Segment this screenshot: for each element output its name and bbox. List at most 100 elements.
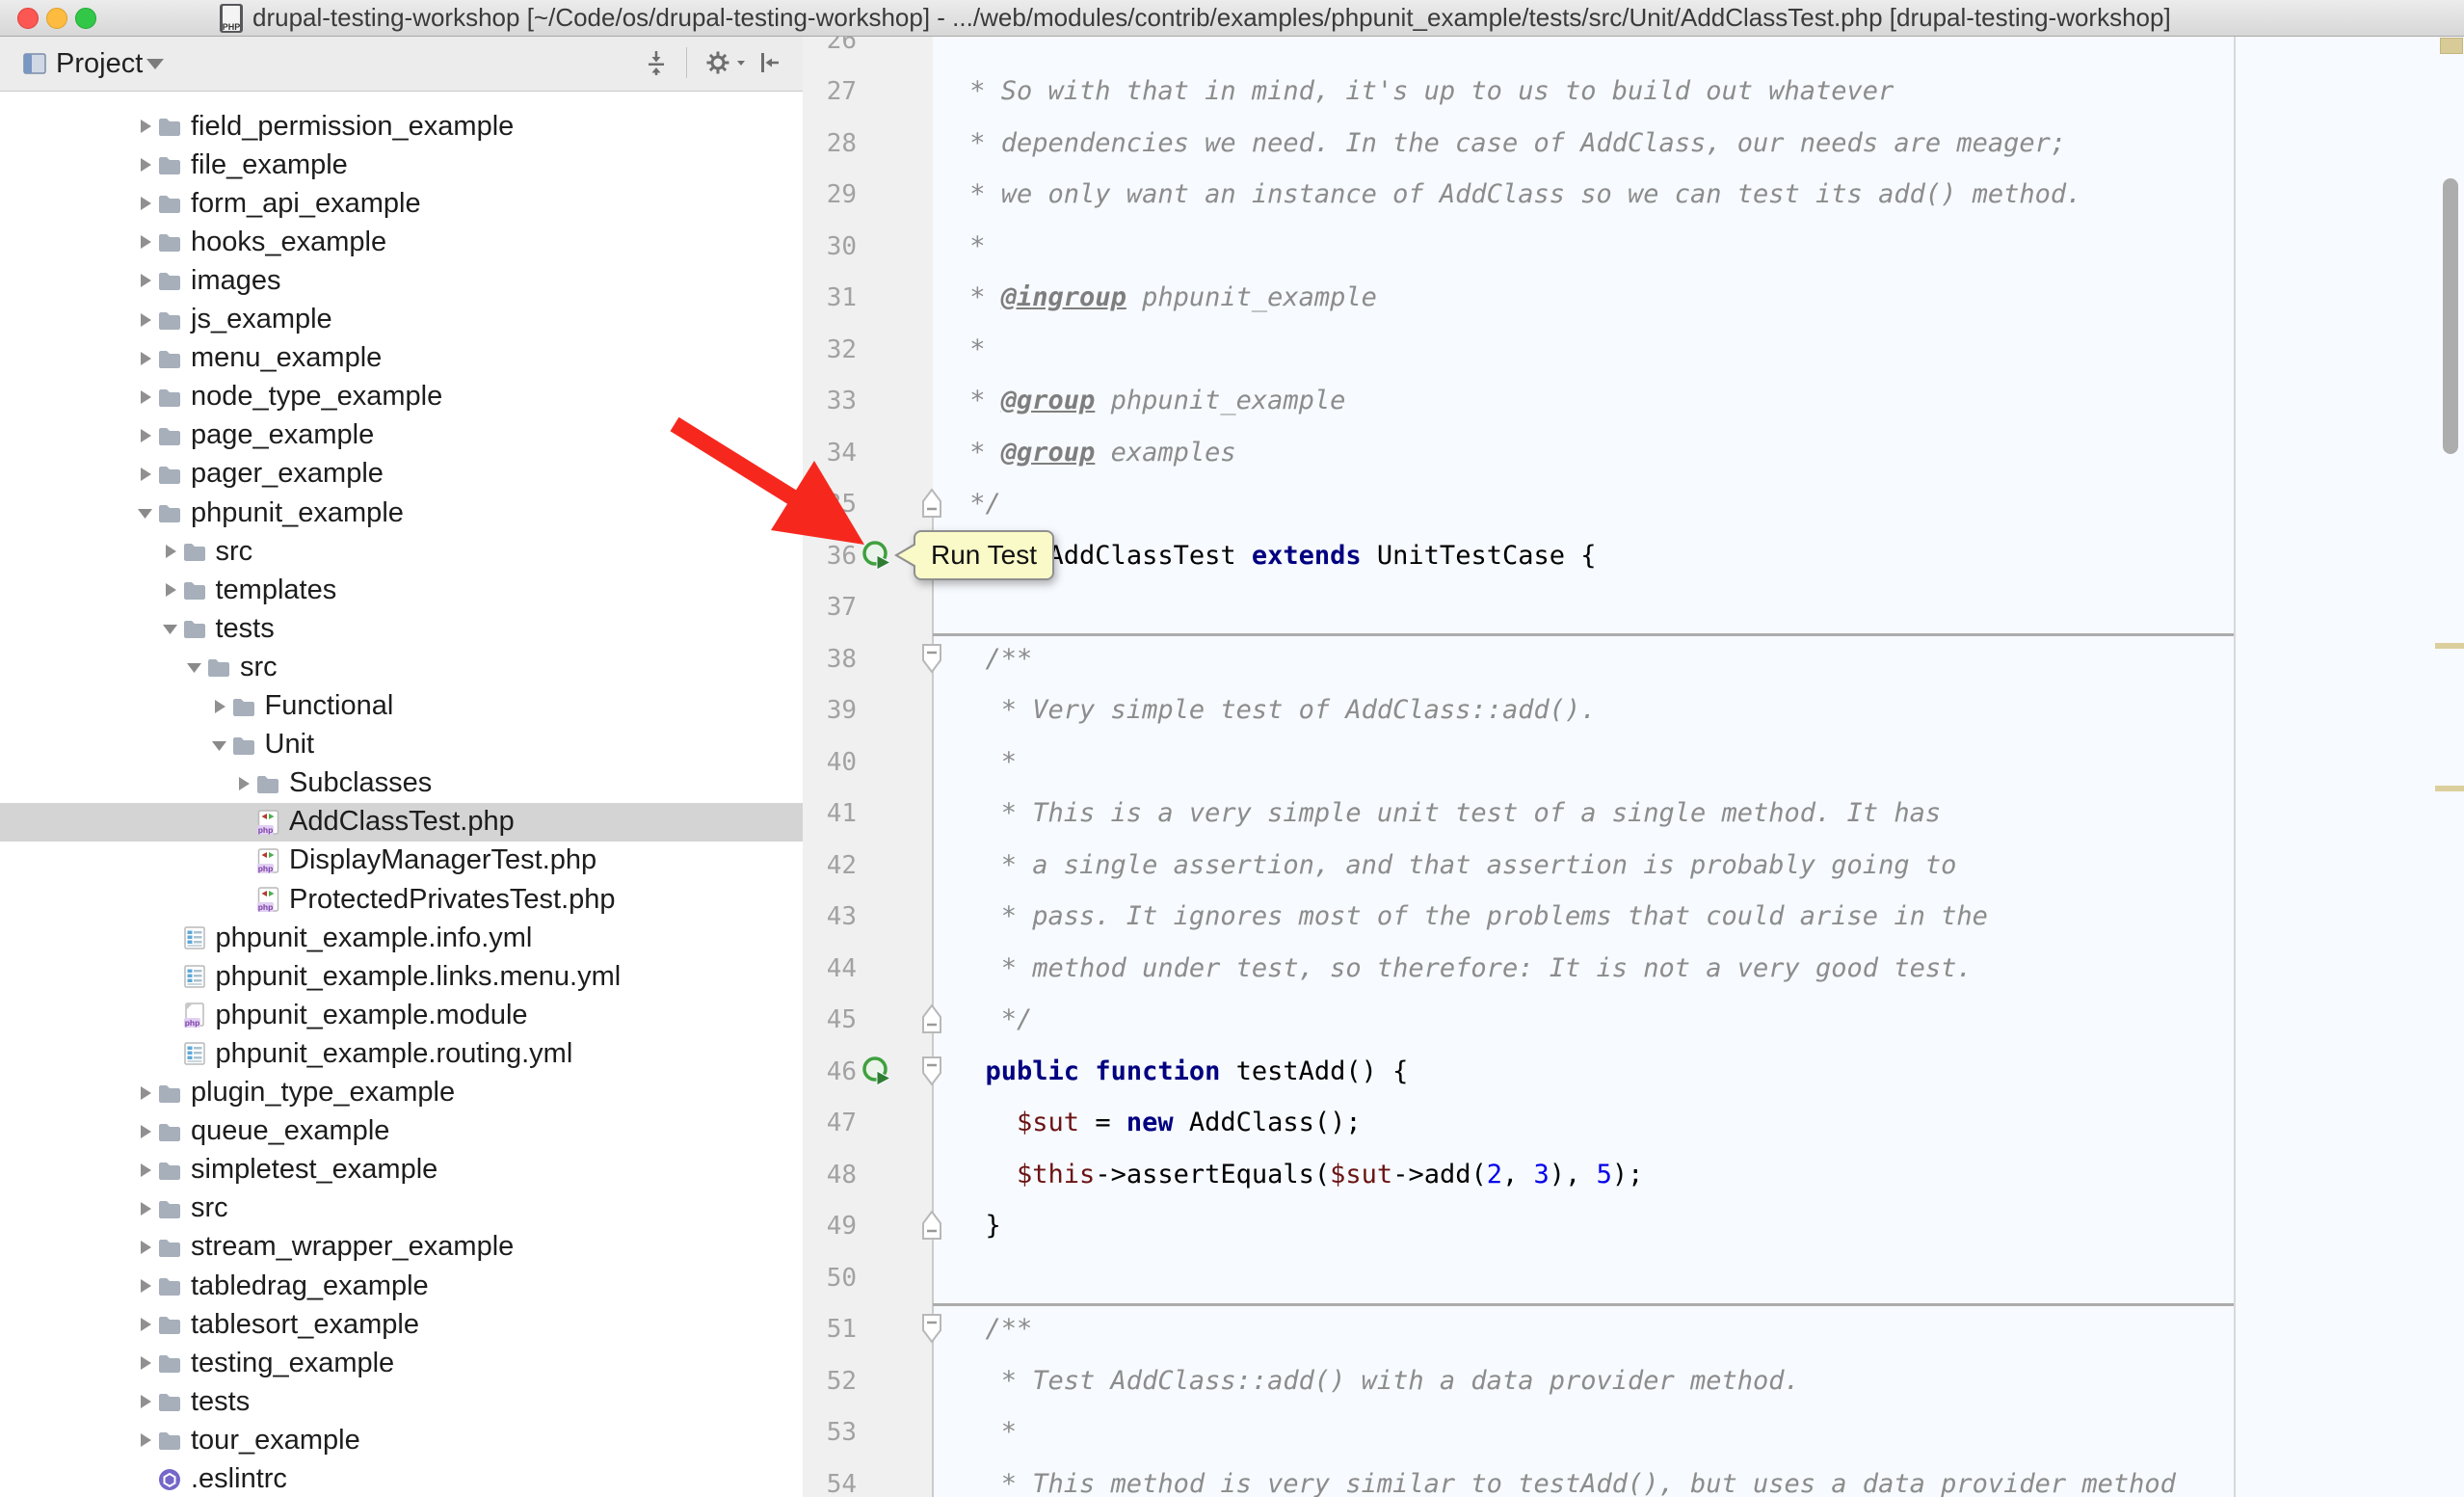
tree-item-form-api-example[interactable]: form_api_example xyxy=(0,184,803,223)
code-line-45[interactable]: */ xyxy=(954,994,1032,1046)
tree-item-phpunit-example-routing-yml[interactable]: phpunit_example.routing.yml xyxy=(0,1034,803,1073)
code-line-51[interactable]: /** xyxy=(954,1303,1032,1355)
chevron-collapsed-icon[interactable] xyxy=(133,267,156,294)
chevron-expanded-icon[interactable] xyxy=(158,615,181,642)
tree-item-src[interactable]: src xyxy=(0,648,803,686)
tree-item-protectedprivatestest-php[interactable]: phpProtectedPrivatesTest.php xyxy=(0,880,803,919)
warning-stripe-mark[interactable] xyxy=(2435,786,2464,791)
fold-marker-up-icon[interactable] xyxy=(920,1003,943,1041)
chevron-collapsed-icon[interactable] xyxy=(133,1195,156,1222)
chevron-expanded-icon[interactable] xyxy=(133,499,156,526)
chevron-collapsed-icon[interactable] xyxy=(133,384,156,411)
tree-item-hooks-example[interactable]: hooks_example xyxy=(0,223,803,261)
code-line-35[interactable]: */ xyxy=(954,478,1001,530)
chevron-collapsed-icon[interactable] xyxy=(133,1234,156,1261)
hide-panel-icon[interactable] xyxy=(755,48,784,77)
chevron-collapsed-icon[interactable] xyxy=(133,190,156,217)
tree-item-phpunit-example[interactable]: phpunit_example xyxy=(0,494,803,532)
tree-item-phpunit-example-links-menu-yml[interactable]: phpunit_example.links.menu.yml xyxy=(0,957,803,996)
code-line-44[interactable]: * method under test, so therefore: It is… xyxy=(954,943,1973,995)
code-line-49[interactable]: } xyxy=(954,1200,1001,1252)
chevron-collapsed-icon[interactable] xyxy=(133,307,156,334)
code-line-46[interactable]: public function testAdd() { xyxy=(954,1046,1408,1098)
vertical-scrollbar-thumb[interactable] xyxy=(2443,178,2458,454)
fold-marker-down-icon[interactable] xyxy=(920,1313,943,1350)
code-line-31[interactable]: * @ingroup phpunit_example xyxy=(954,272,1377,324)
chevron-collapsed-icon[interactable] xyxy=(133,1427,156,1454)
code-line-47[interactable]: $sut = new AddClass(); xyxy=(954,1097,1362,1149)
close-window-button[interactable] xyxy=(17,8,39,29)
chevron-collapsed-icon[interactable] xyxy=(133,1350,156,1377)
run-test-tooltip[interactable]: Run Test xyxy=(914,530,1054,580)
tree-item-eslintrc[interactable]: .eslintrc xyxy=(0,1460,803,1497)
tree-item-tests[interactable]: tests xyxy=(0,609,803,648)
panel-title[interactable]: Project xyxy=(56,48,143,80)
code-line-30[interactable]: * xyxy=(954,221,986,273)
editor-gutter[interactable]: 2627282930313233343536373839404142434445… xyxy=(803,36,933,1497)
code-line-43[interactable]: * pass. It ignores most of the problems … xyxy=(954,891,1988,943)
tree-item-menu-example[interactable]: menu_example xyxy=(0,339,803,378)
tree-item-testing-example[interactable]: testing_example xyxy=(0,1344,803,1382)
code-line-32[interactable]: * xyxy=(954,324,986,376)
tree-item-src[interactable]: src xyxy=(0,532,803,571)
code-line-52[interactable]: * Test AddClass::add() with a data provi… xyxy=(954,1355,1800,1407)
tree-item-js-example[interactable]: js_example xyxy=(0,301,803,339)
run-test-gutter-icon[interactable] xyxy=(861,1055,895,1094)
tree-item-unit[interactable]: Unit xyxy=(0,726,803,764)
maximize-window-button[interactable] xyxy=(75,8,96,29)
fold-marker-up-icon[interactable] xyxy=(920,1210,943,1247)
code-line-53[interactable]: * xyxy=(954,1406,1017,1458)
code-line-33[interactable]: * @group phpunit_example xyxy=(954,375,1345,427)
code-line-29[interactable]: * we only want an instance of AddClass s… xyxy=(954,169,2081,221)
fold-marker-down-icon[interactable] xyxy=(920,1056,943,1093)
chevron-collapsed-icon[interactable] xyxy=(231,770,254,797)
tree-item-file-example[interactable]: file_example xyxy=(0,146,803,184)
tree-item-tabledrag-example[interactable]: tabledrag_example xyxy=(0,1267,803,1305)
tree-item-subclasses[interactable]: Subclasses xyxy=(0,764,803,803)
chevron-collapsed-icon[interactable] xyxy=(133,345,156,372)
minimize-window-button[interactable] xyxy=(46,8,67,29)
code-line-42[interactable]: * a single assertion, and that assertion… xyxy=(954,840,1956,892)
chevron-collapsed-icon[interactable] xyxy=(133,1157,156,1184)
chevron-collapsed-icon[interactable] xyxy=(133,1080,156,1107)
chevron-collapsed-icon[interactable] xyxy=(133,1118,156,1145)
run-test-gutter-icon[interactable] xyxy=(861,539,895,578)
code-line-39[interactable]: * Very simple test of AddClass::add(). xyxy=(954,684,1596,736)
gear-dropdown-caret-icon[interactable] xyxy=(734,48,748,77)
code-line-38[interactable]: /** xyxy=(954,633,1032,685)
tree-item-node-type-example[interactable]: node_type_example xyxy=(0,378,803,416)
tree-item-functional[interactable]: Functional xyxy=(0,687,803,726)
chevron-collapsed-icon[interactable] xyxy=(207,693,230,720)
tree-item-tablesort-example[interactable]: tablesort_example xyxy=(0,1305,803,1344)
tree-item-pager-example[interactable]: pager_example xyxy=(0,455,803,494)
tree-item-images[interactable]: images xyxy=(0,261,803,300)
collapse-all-icon[interactable] xyxy=(642,48,671,77)
tree-item-queue-example[interactable]: queue_example xyxy=(0,1112,803,1151)
code-line-48[interactable]: $this->assertEquals($sut->add(2, 3), 5); xyxy=(954,1149,1643,1201)
code-line-41[interactable]: * This is a very simple unit test of a s… xyxy=(954,788,1941,840)
code-line-27[interactable]: * So with that in mind, it's up to us to… xyxy=(954,66,1894,118)
tree-item-phpunit-example-info-yml[interactable]: phpunit_example.info.yml xyxy=(0,919,803,957)
tree-item-tour-example[interactable]: tour_example xyxy=(0,1421,803,1459)
chevron-collapsed-icon[interactable] xyxy=(158,538,181,565)
tree-item-addclasstest-php[interactable]: phpAddClassTest.php xyxy=(0,803,803,842)
chevron-collapsed-icon[interactable] xyxy=(133,151,156,178)
chevron-expanded-icon[interactable] xyxy=(207,732,230,759)
chevron-collapsed-icon[interactable] xyxy=(133,422,156,449)
chevron-collapsed-icon[interactable] xyxy=(133,1388,156,1415)
gear-icon[interactable] xyxy=(703,48,732,77)
chevron-expanded-icon[interactable] xyxy=(182,654,205,681)
code-line-28[interactable]: * dependencies we need. In the case of A… xyxy=(954,118,2066,170)
tree-item-tests[interactable]: tests xyxy=(0,1382,803,1421)
fold-marker-down-icon[interactable] xyxy=(920,643,943,681)
code-analysis-indicator[interactable] xyxy=(2440,38,2463,54)
tree-item-phpunit-example-module[interactable]: phpphpunit_example.module xyxy=(0,996,803,1034)
tree-item-page-example[interactable]: page_example xyxy=(0,416,803,455)
chevron-down-icon[interactable] xyxy=(146,59,164,69)
tree-item-src[interactable]: src xyxy=(0,1190,803,1228)
tree-item-simpletest-example[interactable]: simpletest_example xyxy=(0,1151,803,1190)
chevron-collapsed-icon[interactable] xyxy=(133,228,156,255)
code-line-34[interactable]: * @group examples xyxy=(954,427,1236,479)
chevron-collapsed-icon[interactable] xyxy=(158,576,181,603)
code-line-54[interactable]: * This method is very similar to testAdd… xyxy=(954,1458,2176,1497)
